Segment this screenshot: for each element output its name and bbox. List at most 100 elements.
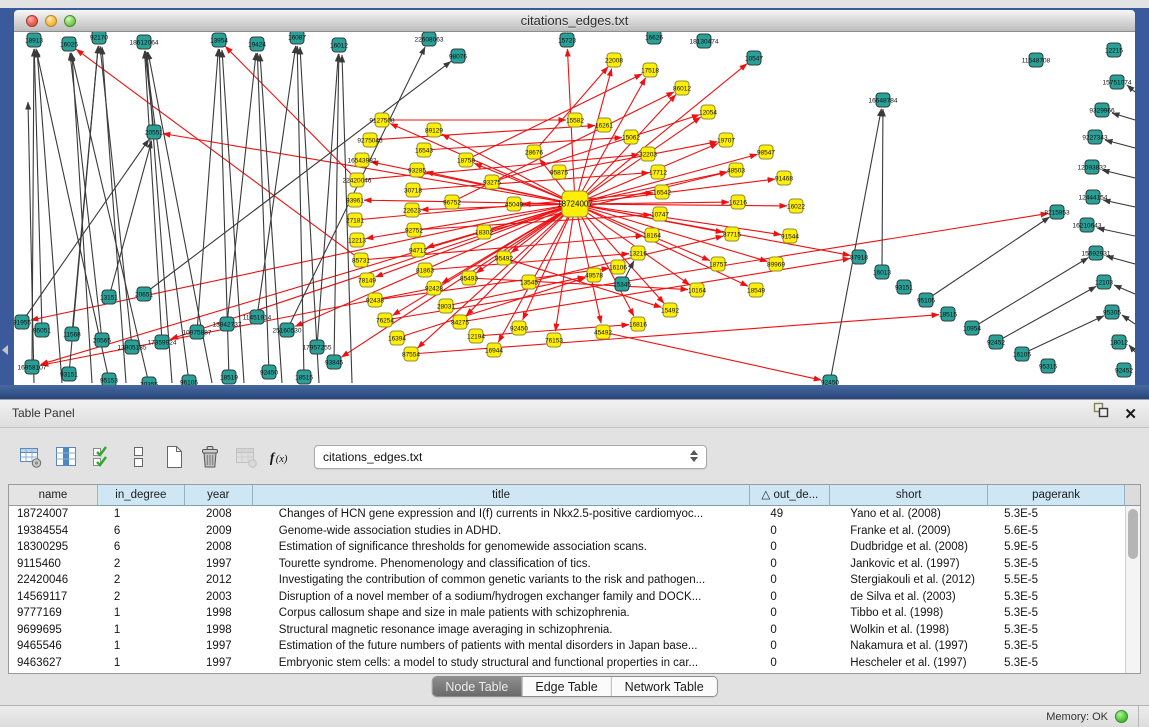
- table-row[interactable]: 969969511998Structural magnetic resonanc…: [9, 622, 1125, 639]
- table-row[interactable]: 946362711997Embryonic stem cells: a mode…: [9, 655, 1125, 672]
- graph-edge[interactable]: [603, 332, 821, 380]
- graph-edge[interactable]: [555, 204, 575, 331]
- table-row[interactable]: 977716911998Corpus callosum shape and si…: [9, 605, 1125, 622]
- graph-edge[interactable]: [197, 49, 218, 332]
- column-header-short[interactable]: short: [830, 485, 988, 506]
- table-cell: 5.9E-5: [988, 539, 1125, 556]
- graph-edge[interactable]: [109, 141, 152, 297]
- graph-edge[interactable]: [830, 109, 881, 382]
- table-options-icon[interactable]: [16, 444, 43, 471]
- close-panel-icon[interactable]: ✕: [1124, 407, 1137, 422]
- table-cell: 5.5E-5: [988, 572, 1125, 589]
- graph-edge[interactable]: [257, 46, 296, 317]
- network-window-titlebar[interactable]: citations_edges.txt: [14, 10, 1135, 32]
- graph-node-label: 12444154: [1079, 195, 1108, 202]
- graph-node-label: 22008: [605, 58, 623, 65]
- column-header-title[interactable]: title: [253, 485, 751, 506]
- graph-edge[interactable]: [996, 286, 1096, 342]
- minimize-window-button[interactable]: [45, 15, 57, 27]
- row-stack-icon[interactable]: [124, 444, 151, 471]
- graph-node-label: 17359924: [148, 340, 177, 347]
- collapse-panel-arrow-icon[interactable]: [2, 345, 8, 355]
- graph-edge[interactable]: [498, 204, 575, 342]
- delete-column-icon[interactable]: [196, 444, 223, 471]
- graph-edge[interactable]: [69, 46, 98, 374]
- graph-edge[interactable]: [1097, 228, 1135, 236]
- graph-edge[interactable]: [1102, 170, 1135, 178]
- graph-edge[interactable]: [1105, 140, 1135, 148]
- zoom-window-button[interactable]: [64, 15, 76, 27]
- graph-edge[interactable]: [1112, 113, 1135, 120]
- graph-edge[interactable]: [222, 50, 244, 383]
- graph-edge[interactable]: [370, 126, 595, 140]
- header-corner: [1125, 485, 1140, 506]
- graph-node-label: 98547: [757, 150, 775, 157]
- graph-node-label: 85731: [352, 258, 370, 265]
- graph-edge[interactable]: [575, 204, 781, 235]
- graph-node-label: 18515: [939, 312, 957, 319]
- column-header-out_degree[interactable]: △ out_de...: [750, 485, 830, 506]
- graph-node-label: 15582: [566, 118, 584, 125]
- graph-node-label: 16012: [330, 43, 348, 50]
- graph-edge[interactable]: [22, 139, 149, 322]
- float-panel-icon[interactable]: [1092, 401, 1110, 428]
- graph-node-label: 10164: [688, 288, 706, 295]
- table-row[interactable]: 1830029562008Estimation of significance …: [9, 539, 1125, 556]
- table-row[interactable]: 1456911722003Disruption of a novel membe…: [9, 589, 1125, 606]
- column-header-name[interactable]: name: [9, 485, 98, 506]
- graph-edge[interactable]: [1122, 315, 1135, 324]
- tab-node-table[interactable]: Node Table: [432, 677, 521, 696]
- table-row[interactable]: 1938455462009Genome-wide association stu…: [9, 523, 1125, 540]
- network-canvas[interactable]: 1891316025921701861206413954194241608716…: [14, 32, 1135, 385]
- graph-edge[interactable]: [364, 200, 575, 204]
- graph-node-label: 13954: [210, 38, 228, 45]
- graph-edge[interactable]: [575, 204, 601, 323]
- graph-edge[interactable]: [1103, 200, 1135, 207]
- table-scrollbar[interactable]: [1125, 506, 1140, 673]
- graph-edge[interactable]: [926, 217, 1050, 300]
- table-cell: Genome-wide association studies in ADHD.: [253, 523, 751, 540]
- show-columns-icon[interactable]: [52, 444, 79, 471]
- graph-node-label: 19707: [717, 138, 735, 145]
- table-cell: Structural magnetic resonance image aver…: [253, 622, 751, 639]
- close-window-button[interactable]: [26, 15, 38, 27]
- graph-edge[interactable]: [466, 74, 642, 160]
- table-cell: Tibbo et al. (1998): [830, 605, 988, 622]
- window-title: citations_edges.txt: [521, 13, 629, 28]
- select-columns-icon[interactable]: [88, 444, 115, 471]
- column-header-pagerank[interactable]: pagerank: [988, 485, 1125, 506]
- graph-edge[interactable]: [147, 52, 172, 383]
- table-toolbar: f (x) citations_edges.txt: [16, 442, 707, 472]
- scrollbar-thumb[interactable]: [1128, 509, 1138, 559]
- graph-node-label: 94712: [409, 248, 427, 255]
- table-cell: 6: [98, 539, 185, 556]
- graph-edge[interactable]: [972, 258, 1088, 328]
- tab-edge-table[interactable]: Edge Table: [521, 677, 610, 696]
- table-selector-dropdown[interactable]: citations_edges.txt: [314, 445, 707, 469]
- graph-node-label: 93285: [408, 168, 426, 175]
- table-cell: 1: [98, 638, 185, 655]
- graph-edge[interactable]: [144, 61, 451, 294]
- column-header-year[interactable]: year: [185, 485, 253, 506]
- graph-edge[interactable]: [375, 268, 609, 300]
- graph-edge[interactable]: [460, 258, 850, 322]
- graph-edge[interactable]: [1114, 285, 1135, 294]
- graph-node-label: 93275: [483, 180, 501, 187]
- graph-edge[interactable]: [575, 204, 787, 206]
- tab-network-table[interactable]: Network Table: [611, 677, 717, 696]
- graph-edge[interactable]: [424, 138, 622, 150]
- graph-edge[interactable]: [575, 204, 850, 255]
- column-header-in_degree[interactable]: in_degree: [98, 485, 185, 506]
- graph-edge[interactable]: [34, 49, 42, 330]
- function-builder-icon[interactable]: f (x): [268, 444, 295, 471]
- graph-node-label: 18012: [1110, 340, 1128, 347]
- create-column-icon[interactable]: [160, 444, 187, 471]
- graph-edge[interactable]: [1022, 316, 1104, 354]
- table-row[interactable]: 946554611997Estimation of the future num…: [9, 638, 1125, 655]
- table-row[interactable]: 1872400712008Changes of HCN gene express…: [9, 506, 1125, 523]
- table-row[interactable]: 911546021997Tourette syndrome. Phenomeno…: [9, 556, 1125, 573]
- memory-status-indicator[interactable]: [1115, 710, 1128, 723]
- graph-edge[interactable]: [882, 109, 883, 272]
- graph-edge[interactable]: [1129, 345, 1135, 352]
- table-row[interactable]: 2242004622012Investigating the contribut…: [9, 572, 1125, 589]
